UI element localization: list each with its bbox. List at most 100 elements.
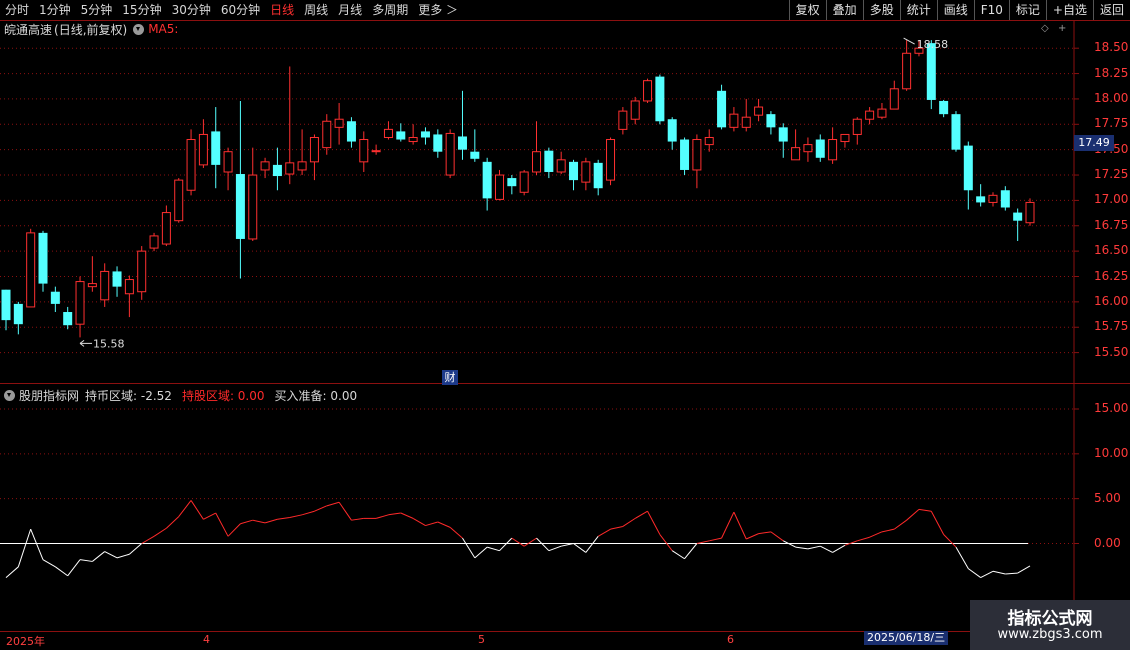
low-price-label: 15.58: [93, 337, 125, 350]
candle: [408, 124, 418, 145]
watermark: 指标公式网 www.zbgs3.com: [970, 600, 1130, 650]
indicator-series: [5, 500, 1031, 579]
candle-body: [13, 303, 23, 325]
indicator-segment: [326, 501, 340, 507]
indicator-segment: [523, 537, 537, 547]
indicator-segment: [5, 566, 19, 578]
indicator-line3: 买入准备: 0.00: [274, 389, 358, 403]
diamond-icon[interactable]: ◇: [1041, 23, 1049, 34]
candle-body: [87, 283, 97, 288]
candle: [766, 111, 776, 135]
candle-body: [778, 127, 788, 142]
indicator-segment: [709, 537, 722, 542]
candle-body: [50, 291, 60, 304]
indicator-segment: [918, 508, 932, 512]
indicator-segment: [869, 531, 883, 538]
candle-body: [482, 161, 492, 199]
candle: [297, 129, 307, 176]
candle: [680, 137, 690, 176]
candle: [606, 137, 616, 186]
dropdown-circle-icon[interactable]: [133, 23, 145, 35]
indicator-line2: 持股区域: 0.00: [181, 389, 265, 403]
high-arrow: [903, 37, 915, 45]
dropdown-circle-icon[interactable]: [4, 390, 15, 401]
indicator-segment: [215, 512, 229, 537]
indicator-segment: [807, 545, 821, 550]
candle-body: [260, 161, 270, 171]
candle-body: [692, 139, 702, 171]
indicator-segment: [906, 509, 920, 521]
candle-body: [26, 232, 36, 308]
candle-body: [877, 108, 887, 118]
indicator-segment: [153, 527, 167, 537]
candle-body: [815, 139, 825, 158]
candle: [951, 111, 961, 152]
finance-icon[interactable]: 财: [442, 370, 458, 385]
candle-body: [729, 113, 739, 128]
candle-body: [976, 196, 986, 203]
plus-icon[interactable]: +: [1058, 23, 1066, 34]
indicator-name: 股朋指标网: [19, 389, 80, 403]
stock-chart: 18.58 15.58: [0, 21, 1130, 632]
candle: [346, 117, 356, 148]
candle-body: [38, 232, 48, 284]
candle: [211, 107, 221, 189]
candle: [519, 169, 529, 196]
candle-body: [272, 164, 282, 177]
candle: [939, 99, 949, 118]
candle: [1, 289, 11, 331]
price-tick-label: 16.25: [1094, 268, 1129, 283]
candle-body: [371, 150, 381, 153]
indicator-title: 股朋指标网 持币区域: -2.52 持股区域: 0.00 买入准备: 0.00: [4, 387, 357, 404]
candle: [630, 96, 640, 125]
candle: [494, 169, 504, 201]
price-tick-label: 17.75: [1094, 116, 1129, 131]
indicator-segment: [277, 517, 290, 520]
candle: [532, 121, 542, 176]
candle: [149, 232, 159, 252]
candle-body: [852, 118, 862, 135]
candle: [507, 175, 517, 195]
candle: [593, 159, 603, 196]
indicator-segment: [240, 519, 253, 525]
candle: [100, 263, 110, 307]
indicator-segment: [770, 531, 784, 542]
indicator-segment: [67, 559, 81, 577]
candle-body: [803, 144, 813, 153]
candle-body: [667, 119, 677, 142]
candle: [618, 107, 628, 135]
indicator-segment: [166, 516, 180, 529]
indicator-segment: [733, 511, 747, 540]
date-label: 2025年: [6, 635, 45, 648]
candle: [235, 100, 245, 279]
main-chart-title: 皖通高速 (日线,前复权) MA5:: [4, 22, 178, 37]
candle: [87, 256, 97, 292]
indicator-segment: [832, 544, 846, 553]
indicator-segment: [659, 534, 673, 551]
price-tick-label: 15.50: [1094, 344, 1129, 359]
candle-body: [655, 76, 665, 122]
candle: [371, 144, 381, 155]
candle: [692, 134, 702, 189]
price-tick-label: 16.00: [1094, 293, 1129, 308]
candlestick-series: 18.58 15.58: [1, 37, 1035, 350]
indicator-segment: [610, 525, 623, 530]
candle-body: [63, 312, 73, 326]
candle-body: [248, 174, 258, 240]
watermark-url: www.zbgs3.com: [997, 627, 1103, 642]
candle-body: [1000, 190, 1010, 208]
candle-body: [717, 90, 727, 128]
indicator-tick-label: 10.00: [1094, 445, 1129, 460]
candle-body: [889, 88, 899, 110]
indicator-segment: [795, 546, 808, 550]
candle: [569, 159, 579, 191]
indicator-segment: [622, 517, 636, 527]
candle: [544, 147, 554, 179]
indicator-segment: [671, 550, 685, 560]
indicator-segment: [634, 510, 648, 519]
price-tick-label: 18.50: [1094, 40, 1129, 55]
indicator-segment: [943, 534, 957, 548]
indicator-segment: [893, 519, 907, 530]
indicator-segment: [190, 500, 204, 520]
candle: [186, 129, 196, 196]
